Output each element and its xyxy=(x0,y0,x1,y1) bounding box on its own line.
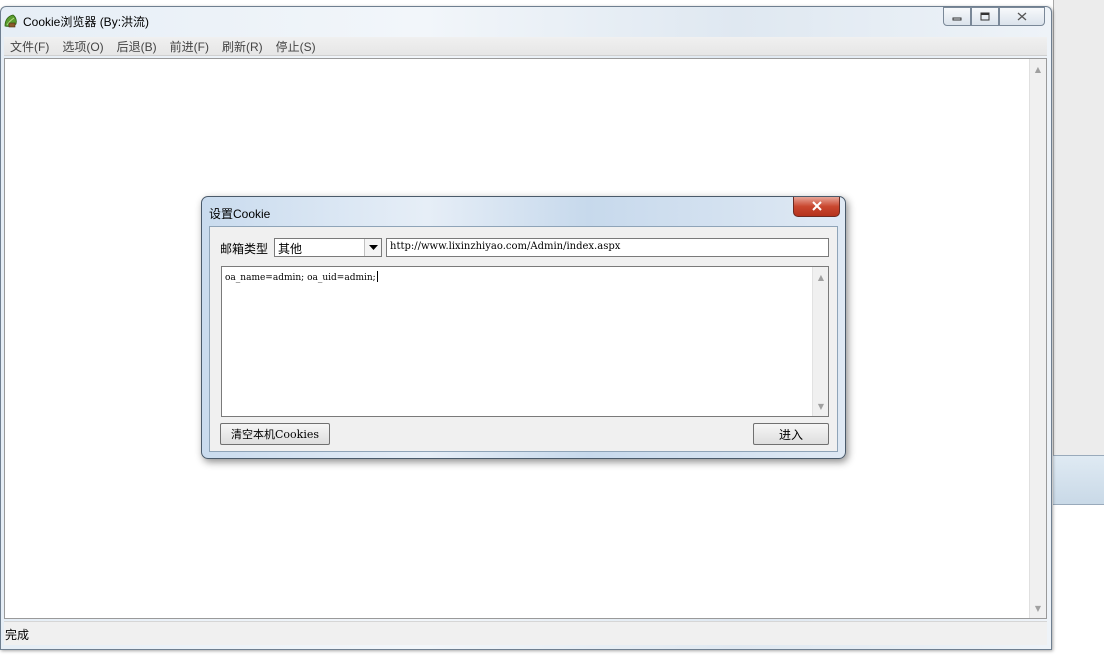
maximize-button[interactable] xyxy=(971,7,999,26)
caption-buttons xyxy=(943,7,1045,27)
text-caret xyxy=(376,271,378,282)
menu-back[interactable]: 后退(B) xyxy=(111,38,164,55)
maximize-icon xyxy=(980,10,990,24)
chevron-down-icon[interactable] xyxy=(364,239,381,256)
minimize-button[interactable] xyxy=(943,7,971,26)
menu-file[interactable]: 文件(F) xyxy=(4,38,56,55)
mailbox-type-value: 其他 xyxy=(278,242,303,256)
menu-refresh[interactable]: 刷新(R) xyxy=(216,38,270,55)
close-icon xyxy=(811,200,823,214)
minimize-icon xyxy=(952,10,962,24)
status-text: 完成 xyxy=(5,628,30,642)
scroll-down-icon[interactable]: ▼ xyxy=(1030,600,1046,616)
window-title: Cookie浏览器 (By:洪流) xyxy=(23,15,150,29)
menu-bar: 文件(F) 选项(O) 后退(B) 前进(F) 刷新(R) 停止(S) xyxy=(4,37,1047,56)
menu-stop[interactable]: 停止(S) xyxy=(270,38,323,55)
close-button[interactable] xyxy=(999,7,1045,26)
clear-local-cookies-button[interactable]: 清空本机Cookies xyxy=(220,423,330,445)
set-cookie-dialog: 设置Cookie 邮箱类型 其他 http://www.lixinzhiyao.… xyxy=(201,196,846,459)
vertical-scrollbar[interactable]: ▲ ▼ xyxy=(1029,59,1046,618)
title-bar[interactable]: Cookie浏览器 (By:洪流) xyxy=(1,7,1051,35)
dialog-body: 邮箱类型 其他 http://www.lixinzhiyao.com/Admin… xyxy=(209,226,838,452)
background-window-edge xyxy=(1053,0,1104,455)
mailbox-type-select[interactable]: 其他 xyxy=(274,238,382,257)
scroll-down-icon[interactable]: ▼ xyxy=(813,398,829,414)
cookie-text-value: oa_name=admin; oa_uid=admin; xyxy=(225,271,378,283)
menu-forward[interactable]: 前进(F) xyxy=(164,38,216,55)
url-field[interactable]: http://www.lixinzhiyao.com/Admin/index.a… xyxy=(386,238,829,257)
textarea-scrollbar[interactable]: ▲ ▼ xyxy=(812,267,828,416)
scroll-up-icon[interactable]: ▲ xyxy=(813,269,829,285)
green-leaf-app-icon xyxy=(4,14,18,28)
close-icon xyxy=(1017,10,1027,24)
status-bar: 完成 xyxy=(4,621,1047,645)
cookie-text-content: oa_name=admin; oa_uid=admin; xyxy=(225,273,376,283)
scroll-up-icon[interactable]: ▲ xyxy=(1030,61,1046,77)
dialog-title: 设置Cookie xyxy=(209,207,271,221)
background-window-strip xyxy=(1053,455,1104,505)
mailbox-type-label: 邮箱类型 xyxy=(220,242,269,256)
dialog-close-button[interactable] xyxy=(793,197,840,217)
enter-button[interactable]: 进入 xyxy=(753,423,829,445)
cookie-textarea[interactable]: oa_name=admin; oa_uid=admin; ▲ ▼ xyxy=(221,266,829,417)
menu-options[interactable]: 选项(O) xyxy=(56,38,110,55)
